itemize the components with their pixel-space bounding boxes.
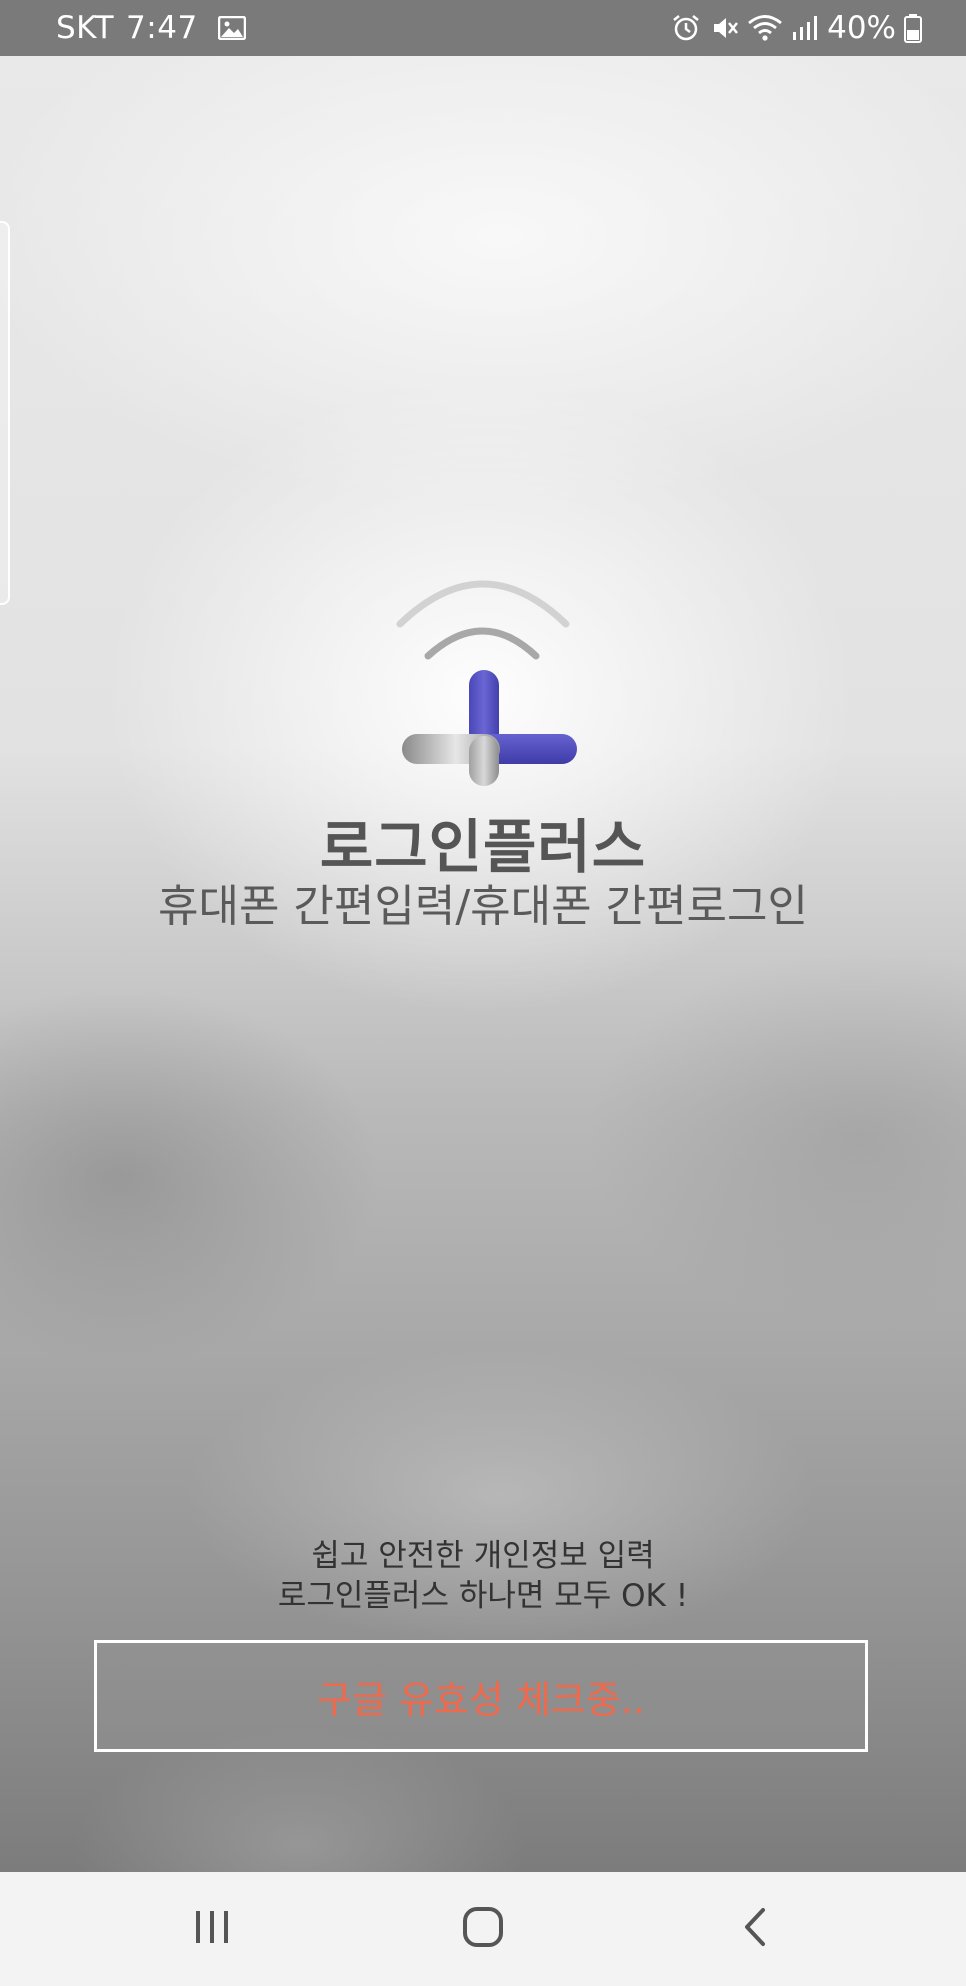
back-icon [739,1907,769,1951]
navigation-bar [0,1872,966,1986]
clock: 7:47 [126,10,198,46]
tagline-line-1: 쉽고 안전한 개인정보 입력 [311,1538,655,1574]
splash-screen: 로그인플러스 휴대폰 간편입력/휴대폰 간편로그인 쉽고 안전한 개인정보 입력… [0,56,966,1872]
status-bar: SKT 7:47 40% [0,0,966,56]
status-left: SKT 7:47 [56,0,246,56]
tagline-line-2: 로그인플러스 하나면 모두 OK ! [277,1578,689,1614]
battery-percent: 40% [827,10,896,46]
edge-panel-handle[interactable] [0,221,10,605]
status-right: 40% [671,0,922,56]
carrier-label: SKT [56,10,115,46]
recent-apps-icon [192,1909,232,1949]
google-validity-check-button[interactable]: 구글 유효성 체크중.. [94,1640,868,1752]
mute-icon [709,13,739,43]
recent-apps-button[interactable] [152,1872,272,1986]
app-subtitle: 휴대폰 간편입력/휴대폰 간편로그인 [158,881,808,932]
home-button[interactable] [423,1872,543,1986]
check-button-label: 구글 유효성 체크중.. [317,1677,645,1722]
battery-icon [904,13,922,43]
wifi-icon [747,13,783,43]
signal-icon [791,14,819,42]
tagline: 쉽고 안전한 개인정보 입력 로그인플러스 하나면 모두 OK ! [0,1536,966,1616]
home-icon [462,1906,504,1952]
back-button[interactable] [694,1872,814,1986]
alarm-icon [671,13,701,43]
login-plus-logo-icon [386,524,580,786]
gallery-icon [217,16,246,40]
